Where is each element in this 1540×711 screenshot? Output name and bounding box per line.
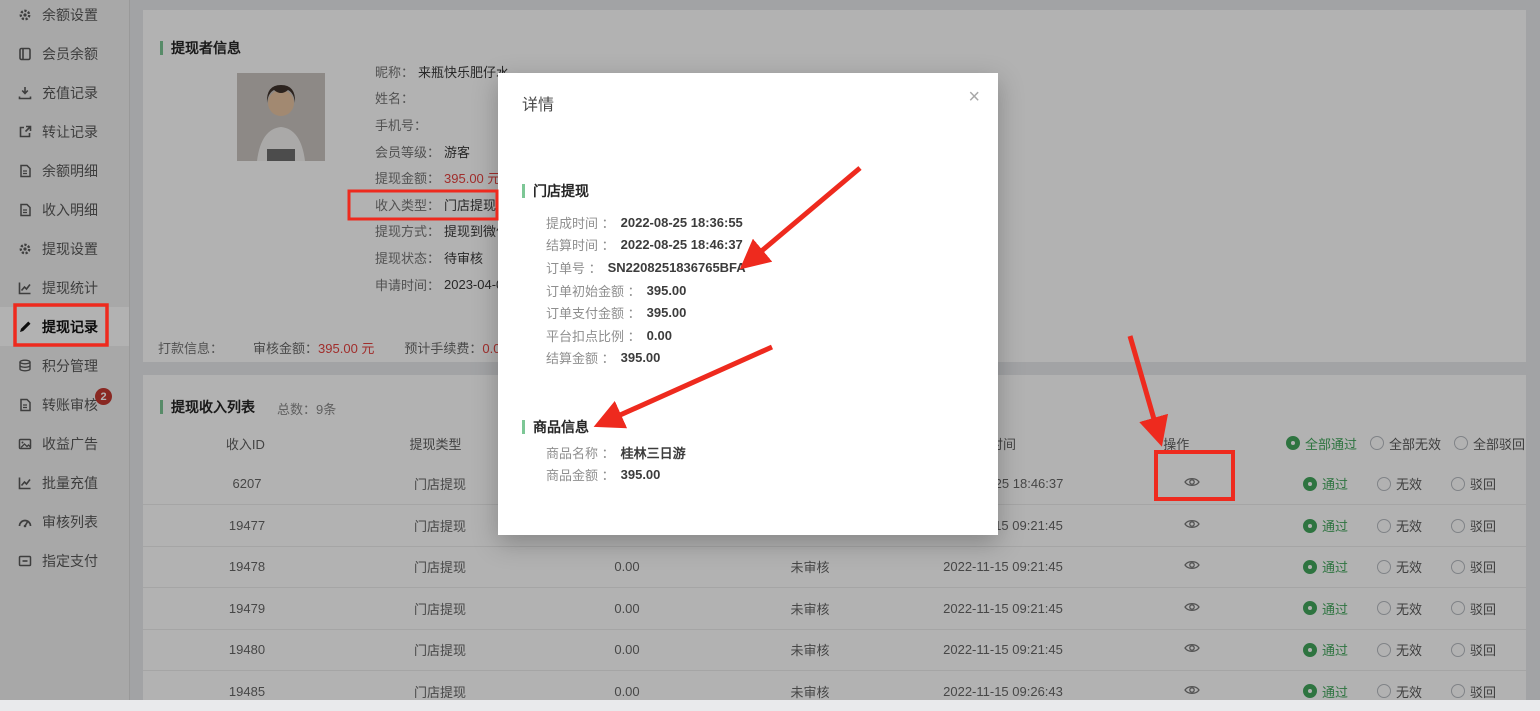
section-title-store-withdraw: 门店提现 — [522, 181, 974, 201]
modal-title: 详情 — [522, 91, 554, 115]
detail-order-paid-amount: 订单支付金额 ：395.00 — [546, 301, 974, 324]
detail-product-name: 商品名称 ：桂林三日游 — [546, 441, 974, 464]
detail-settle-time: 结算时间 ：2022-08-25 18:46:37 — [546, 234, 974, 257]
modal-section-product-info: 商品信息 商品名称 ：桂林三日游 商品金额 ：395.00 — [522, 417, 974, 486]
detail-commission-time: 提成时间 ：2022-08-25 18:36:55 — [546, 211, 974, 234]
detail-settle-amount: 结算金额 ：395.00 — [546, 347, 974, 370]
detail-order-number: 订单号 ：SN2208251836765BFA — [546, 256, 974, 279]
section-bar — [522, 184, 525, 198]
detail-modal: 详情 × 门店提现 提成时间 ：2022-08-25 18:36:55 结算时间… — [498, 73, 998, 535]
detail-product-amount: 商品金额 ：395.00 — [546, 464, 974, 487]
section-bar — [522, 420, 525, 434]
close-icon[interactable]: × — [968, 87, 980, 107]
detail-platform-rate: 平台扣点比例 ：0.00 — [546, 324, 974, 347]
section-title-product-info: 商品信息 — [522, 417, 974, 437]
modal-section-store-withdraw: 门店提现 提成时间 ：2022-08-25 18:36:55 结算时间 ：202… — [522, 181, 974, 369]
detail-order-initial-amount: 订单初始金额 ：395.00 — [546, 279, 974, 302]
